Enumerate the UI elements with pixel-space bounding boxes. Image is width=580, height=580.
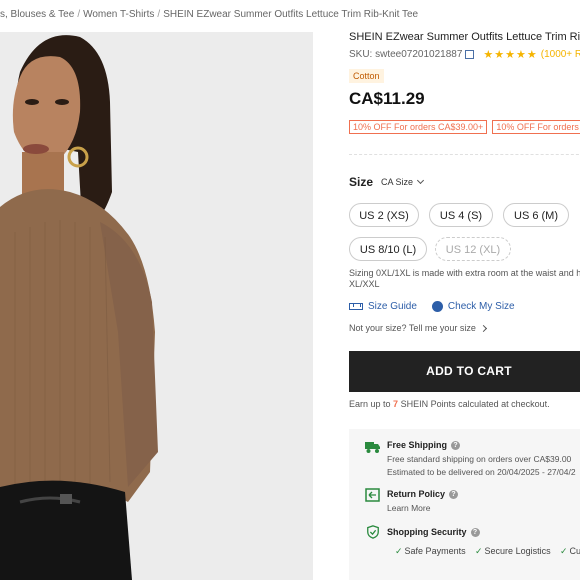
size-standard-select[interactable]: CA Size (381, 176, 425, 187)
size-help-row: Size Guide Check My Size (349, 301, 515, 312)
points-prefix: Earn up to (349, 399, 391, 409)
size-standard-value: CA Size (381, 177, 414, 187)
customer-service-item: ✓Cus (560, 546, 580, 557)
return-policy-label: Return Policy (387, 489, 446, 499)
free-shipping-title: Free Shipping? (387, 440, 461, 451)
points-suffix: SHEIN Points calculated at checkout. (400, 399, 550, 409)
delivery-estimate: Estimated to be delivered on 20/04/2025 … (387, 467, 576, 477)
divider (349, 154, 580, 155)
free-shipping-label: Free Shipping (387, 440, 448, 450)
model-photo (0, 32, 313, 580)
copy-icon[interactable] (465, 50, 475, 59)
learn-more-link[interactable]: Learn More (387, 503, 430, 513)
fit-question-link[interactable]: Not your size? Tell me your size (349, 323, 487, 333)
customer-service-label: Cus (569, 546, 580, 556)
fit-question-text: Not your size? Tell me your size (349, 323, 476, 333)
check-icon: ✓ (560, 546, 568, 556)
secure-logistics-item: ✓ Secure Logistics (475, 546, 551, 557)
material-tag: Cotton (349, 69, 384, 83)
safe-payments-label: Safe Payments (404, 546, 466, 556)
size-option-us4[interactable]: US 4 (S) (429, 203, 493, 227)
points-info: Earn up to 7 SHEIN Points calculated at … (349, 399, 550, 409)
breadcrumb-link-blouses[interactable]: s, Blouses & Tee (0, 9, 74, 20)
promo-row: 10% OFF For orders CA$39.00+ 10% OFF For… (349, 120, 580, 134)
shopping-security-label: Shopping Security (387, 527, 467, 537)
add-to-cart-button[interactable]: ADD TO CART (349, 351, 580, 392)
shield-icon (367, 525, 379, 539)
truck-icon (365, 442, 380, 453)
free-shipping-line: Free standard shipping on orders over CA… (387, 454, 572, 464)
breadcrumb-link-tshirts[interactable]: Women T-Shirts (83, 9, 154, 20)
promo-badge[interactable]: 10% OFF For orders C (492, 120, 580, 134)
size-guide-link[interactable]: Size Guide (368, 301, 417, 312)
product-image[interactable] (0, 32, 313, 580)
size-option-us8-10[interactable]: US 8/10 (L) (349, 237, 427, 261)
breadcrumb-current: SHEIN EZwear Summer Outfits Lettuce Trim… (163, 9, 419, 20)
product-price: CA$11.29 (349, 89, 425, 108)
size-header: Size CA Size (349, 175, 425, 189)
ruler-icon (349, 303, 363, 310)
safe-payments-item: ✓ Safe Payments (395, 546, 466, 557)
check-icon: ✓ (475, 546, 483, 556)
product-title: SHEIN EZwear Summer Outfits Lettuce Trim… (349, 31, 580, 43)
size-option-us12-unavailable[interactable]: US 12 (XL) (435, 237, 511, 261)
chevron-down-icon (416, 176, 425, 185)
chevron-right-icon (479, 324, 487, 333)
shipping-info-box: Free Shipping? Free standard shipping on… (349, 429, 580, 580)
check-my-size-link[interactable]: Check My Size (448, 301, 515, 312)
shopping-security-title: Shopping Security? (387, 527, 480, 538)
star-rating-icon: ★★★★★ (483, 49, 538, 61)
size-option-us6[interactable]: US 6 (M) (503, 203, 569, 227)
sizing-note: Sizing 0XL/1XL is made with extra room a… (349, 268, 580, 289)
info-icon[interactable]: ? (451, 441, 461, 451)
info-icon[interactable]: ? (470, 528, 480, 538)
secure-logistics-label: Secure Logistics (484, 546, 551, 556)
check-size-icon (431, 301, 443, 312)
review-count-link[interactable]: (1000+ Re (541, 49, 580, 60)
check-icon: ✓ (395, 546, 403, 556)
return-policy-title: Return Policy? (387, 489, 459, 500)
info-icon[interactable]: ? (449, 490, 459, 500)
breadcrumb: s, Blouses & Tee / Women T-Shirts / SHEIN EZ… (0, 9, 419, 20)
sku-label: SKU: swtee07201021887 (349, 49, 463, 60)
points-number: 7 (393, 399, 399, 409)
return-box-icon (365, 488, 380, 502)
size-option-us2[interactable]: US 2 (XS) (349, 203, 419, 227)
sku-row: SKU: swtee07201021887 ★★★★★ (1000+ Re (349, 48, 580, 61)
promo-badge[interactable]: 10% OFF For orders CA$39.00+ (349, 120, 488, 134)
size-label: Size (349, 175, 374, 189)
